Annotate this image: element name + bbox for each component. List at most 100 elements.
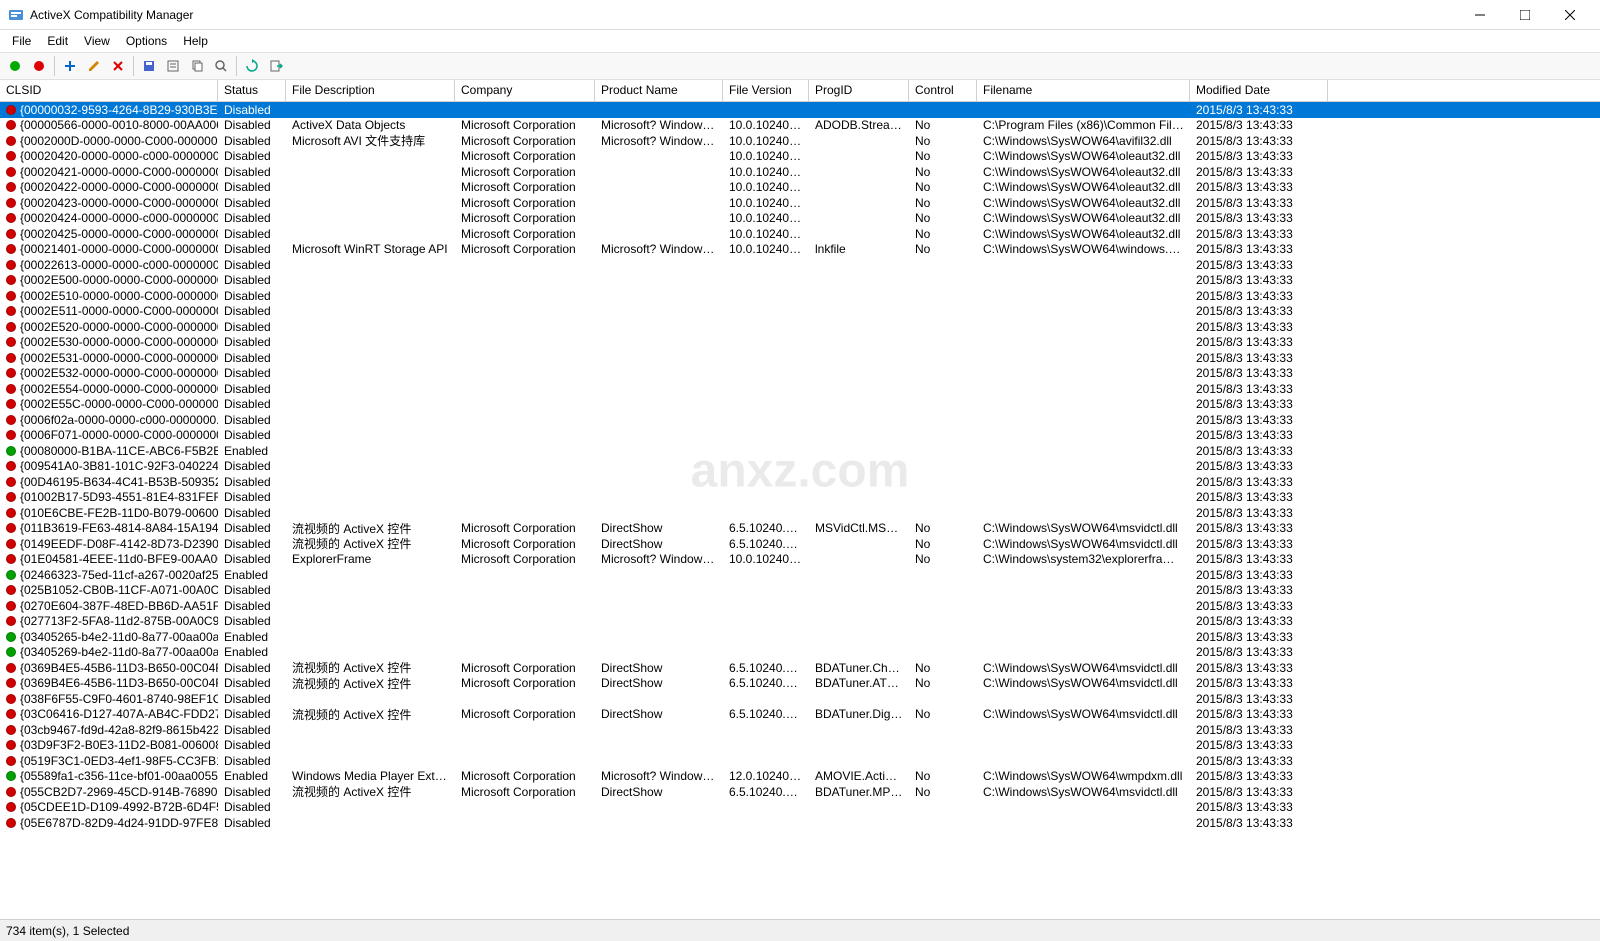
cell-clsid: {00080000-B1BA-11CE-ABC6-F5B2E7... bbox=[20, 444, 218, 458]
table-row[interactable]: {00000032-9593-4264-8B29-930B3E4...Disab… bbox=[0, 102, 1600, 118]
table-row[interactable]: {05589fa1-c356-11ce-bf01-00aa0055...Enab… bbox=[0, 769, 1600, 785]
table-row[interactable]: {0006f02a-0000-0000-c000-0000000...Disab… bbox=[0, 412, 1600, 428]
edit-icon[interactable] bbox=[83, 55, 105, 77]
cell-company: Microsoft Corporation bbox=[455, 165, 595, 179]
cell-clsid: {0002E55C-0000-0000-C000-0000000... bbox=[20, 397, 218, 411]
cell-status: Disabled bbox=[218, 614, 286, 628]
exit-icon[interactable] bbox=[265, 55, 287, 77]
table-row[interactable]: {011B3619-FE63-4814-8A84-15A194C...Disab… bbox=[0, 521, 1600, 537]
table-row[interactable]: {03C06416-D127-407A-AB4C-FDD279...Disabl… bbox=[0, 707, 1600, 723]
col-control[interactable]: Control bbox=[909, 80, 977, 101]
copy-icon[interactable] bbox=[186, 55, 208, 77]
menu-options[interactable]: Options bbox=[118, 32, 175, 50]
table-row[interactable]: {0002E511-0000-0000-C000-0000000...Disab… bbox=[0, 304, 1600, 320]
table-row[interactable]: {00020424-0000-0000-c000-0000000...Disab… bbox=[0, 211, 1600, 227]
table-row[interactable]: {00021401-0000-0000-C000-0000000...Disab… bbox=[0, 242, 1600, 258]
table-body[interactable]: anxz.com {00000032-9593-4264-8B29-930B3E… bbox=[0, 102, 1600, 919]
col-clsid[interactable]: CLSID bbox=[0, 80, 218, 101]
menu-help[interactable]: Help bbox=[175, 32, 216, 50]
cell-progid: BDATuner.ATSCC... bbox=[809, 676, 909, 690]
col-progid[interactable]: ProgID bbox=[809, 80, 909, 101]
table-row[interactable]: {01002B17-5D93-4551-81E4-831FEF7...Disab… bbox=[0, 490, 1600, 506]
table-row[interactable]: {038F6F55-C9F0-4601-8740-98EF1CA9...Disa… bbox=[0, 691, 1600, 707]
table-row[interactable]: {0002E532-0000-0000-C000-0000000...Disab… bbox=[0, 366, 1600, 382]
table-row[interactable]: {00000566-0000-0010-8000-00AA006...Disab… bbox=[0, 118, 1600, 134]
table-row[interactable]: {025B1052-CB0B-11CF-A071-00A0C9...Disabl… bbox=[0, 583, 1600, 599]
properties-icon[interactable] bbox=[162, 55, 184, 77]
table-row[interactable]: {01E04581-4EEE-11d0-BFE9-00AA005...Disab… bbox=[0, 552, 1600, 568]
cell-progid: BDATuner.Chann... bbox=[809, 661, 909, 675]
save-icon[interactable] bbox=[138, 55, 160, 77]
status-dot-icon bbox=[6, 353, 16, 363]
table-row[interactable]: {0369B4E6-45B6-11D3-B650-00C04F7...Disab… bbox=[0, 676, 1600, 692]
table-row[interactable]: {0149EEDF-D08F-4142-8D73-D23903...Disabl… bbox=[0, 536, 1600, 552]
table-row[interactable]: {027713F2-5FA8-11d2-875B-00A0C93...Disab… bbox=[0, 614, 1600, 630]
col-company[interactable]: Company bbox=[455, 80, 595, 101]
table-row[interactable]: {0002E510-0000-0000-C000-0000000...Disab… bbox=[0, 288, 1600, 304]
table-row[interactable]: {0002E554-0000-0000-C000-0000000...Disab… bbox=[0, 381, 1600, 397]
col-status[interactable]: Status bbox=[218, 80, 286, 101]
maximize-button[interactable] bbox=[1502, 1, 1547, 29]
status-dot-icon bbox=[6, 663, 16, 673]
cell-clsid: {0002E531-0000-0000-C000-0000000... bbox=[20, 351, 218, 365]
cell-clsid: {0002E510-0000-0000-C000-0000000... bbox=[20, 289, 218, 303]
table-row[interactable]: {00020422-0000-0000-C000-0000000...Disab… bbox=[0, 180, 1600, 196]
table-row[interactable]: {03405269-b4e2-11d0-8a77-00aa00a...Enabl… bbox=[0, 645, 1600, 661]
status-dot-icon bbox=[6, 740, 16, 750]
menu-view[interactable]: View bbox=[76, 32, 118, 50]
col-filename[interactable]: Filename bbox=[977, 80, 1190, 101]
cell-description: 流视频的 ActiveX 控件 bbox=[286, 520, 455, 537]
cell-status: Disabled bbox=[218, 459, 286, 473]
status-dot-icon bbox=[6, 446, 16, 456]
col-description[interactable]: File Description bbox=[286, 80, 455, 101]
enable-icon[interactable] bbox=[4, 55, 26, 77]
table-row[interactable]: {03405265-b4e2-11d0-8a77-00aa00a...Enabl… bbox=[0, 629, 1600, 645]
col-product[interactable]: Product Name bbox=[595, 80, 723, 101]
table-row[interactable]: {05CDEE1D-D109-4992-B72B-6D4F5E...Disabl… bbox=[0, 800, 1600, 816]
add-icon[interactable] bbox=[59, 55, 81, 77]
table-row[interactable]: {05E6787D-82D9-4d24-91DD-97FE8D...Disabl… bbox=[0, 815, 1600, 831]
table-row[interactable]: {02466323-75ed-11cf-a267-0020af25...Enab… bbox=[0, 567, 1600, 583]
cell-date: 2015/8/3 13:43:33 bbox=[1190, 630, 1328, 644]
table-row[interactable]: {0002E500-0000-0000-C000-0000000...Disab… bbox=[0, 273, 1600, 289]
cell-filename: C:\Windows\SysWOW64\avifil32.dll bbox=[977, 134, 1190, 148]
table-row[interactable]: {0006F071-0000-0000-C000-0000000...Disab… bbox=[0, 428, 1600, 444]
table-row[interactable]: {00020421-0000-0000-C000-0000000...Disab… bbox=[0, 164, 1600, 180]
menu-file[interactable]: File bbox=[4, 32, 39, 50]
table-row[interactable]: {00022613-0000-0000-c000-0000000...Disab… bbox=[0, 257, 1600, 273]
cell-date: 2015/8/3 13:43:33 bbox=[1190, 738, 1328, 752]
table-row[interactable]: {00020425-0000-0000-C000-0000000...Disab… bbox=[0, 226, 1600, 242]
table-row[interactable]: {00020420-0000-0000-c000-0000000...Disab… bbox=[0, 149, 1600, 165]
table-row[interactable]: {03cb9467-fd9d-42a8-82f9-8615b422...Disa… bbox=[0, 722, 1600, 738]
table-row[interactable]: {0369B4E5-45B6-11D3-B650-00C04F7...Disab… bbox=[0, 660, 1600, 676]
table-row[interactable]: {0002E530-0000-0000-C000-0000000...Disab… bbox=[0, 335, 1600, 351]
table-row[interactable]: {0002E55C-0000-0000-C000-0000000...Disab… bbox=[0, 397, 1600, 413]
table-row[interactable]: {00020423-0000-0000-C000-0000000...Disab… bbox=[0, 195, 1600, 211]
status-dot-icon bbox=[6, 198, 16, 208]
table-row[interactable]: {0002E531-0000-0000-C000-0000000...Disab… bbox=[0, 350, 1600, 366]
find-icon[interactable] bbox=[210, 55, 232, 77]
table-row[interactable]: {0002E520-0000-0000-C000-0000000...Disab… bbox=[0, 319, 1600, 335]
cell-progid: MSVidCtl.MSVid... bbox=[809, 521, 909, 535]
table-row[interactable]: {0519F3C1-0ED3-4ef1-98F5-CC3FB10...Disab… bbox=[0, 753, 1600, 769]
table-row[interactable]: {00080000-B1BA-11CE-ABC6-F5B2E7...Enable… bbox=[0, 443, 1600, 459]
column-headers: CLSID Status File Description Company Pr… bbox=[0, 80, 1600, 102]
table-row[interactable]: {0270E604-387F-48ED-BB6D-AA51F51...Disab… bbox=[0, 598, 1600, 614]
table-row[interactable]: {010E6CBE-FE2B-11D0-B079-0060080...Disab… bbox=[0, 505, 1600, 521]
status-dot-icon bbox=[6, 229, 16, 239]
cell-date: 2015/8/3 13:43:33 bbox=[1190, 459, 1328, 473]
cell-date: 2015/8/3 13:43:33 bbox=[1190, 661, 1328, 675]
close-button[interactable] bbox=[1547, 1, 1592, 29]
refresh-icon[interactable] bbox=[241, 55, 263, 77]
table-row[interactable]: {03D9F3F2-B0E3-11D2-B081-0060080...Disab… bbox=[0, 738, 1600, 754]
menu-edit[interactable]: Edit bbox=[39, 32, 76, 50]
table-row[interactable]: {00D46195-B634-4C41-B53B-5093527...Disab… bbox=[0, 474, 1600, 490]
table-row[interactable]: {0002000D-0000-0000-C000-0000000...Disab… bbox=[0, 133, 1600, 149]
delete-icon[interactable] bbox=[107, 55, 129, 77]
minimize-button[interactable] bbox=[1457, 1, 1502, 29]
table-row[interactable]: {009541A0-3B81-101C-92F3-0402240...Disab… bbox=[0, 459, 1600, 475]
disable-icon[interactable] bbox=[28, 55, 50, 77]
table-row[interactable]: {055CB2D7-2969-45CD-914B-768907...Disabl… bbox=[0, 784, 1600, 800]
col-date[interactable]: Modified Date bbox=[1190, 80, 1328, 101]
col-version[interactable]: File Version bbox=[723, 80, 809, 101]
